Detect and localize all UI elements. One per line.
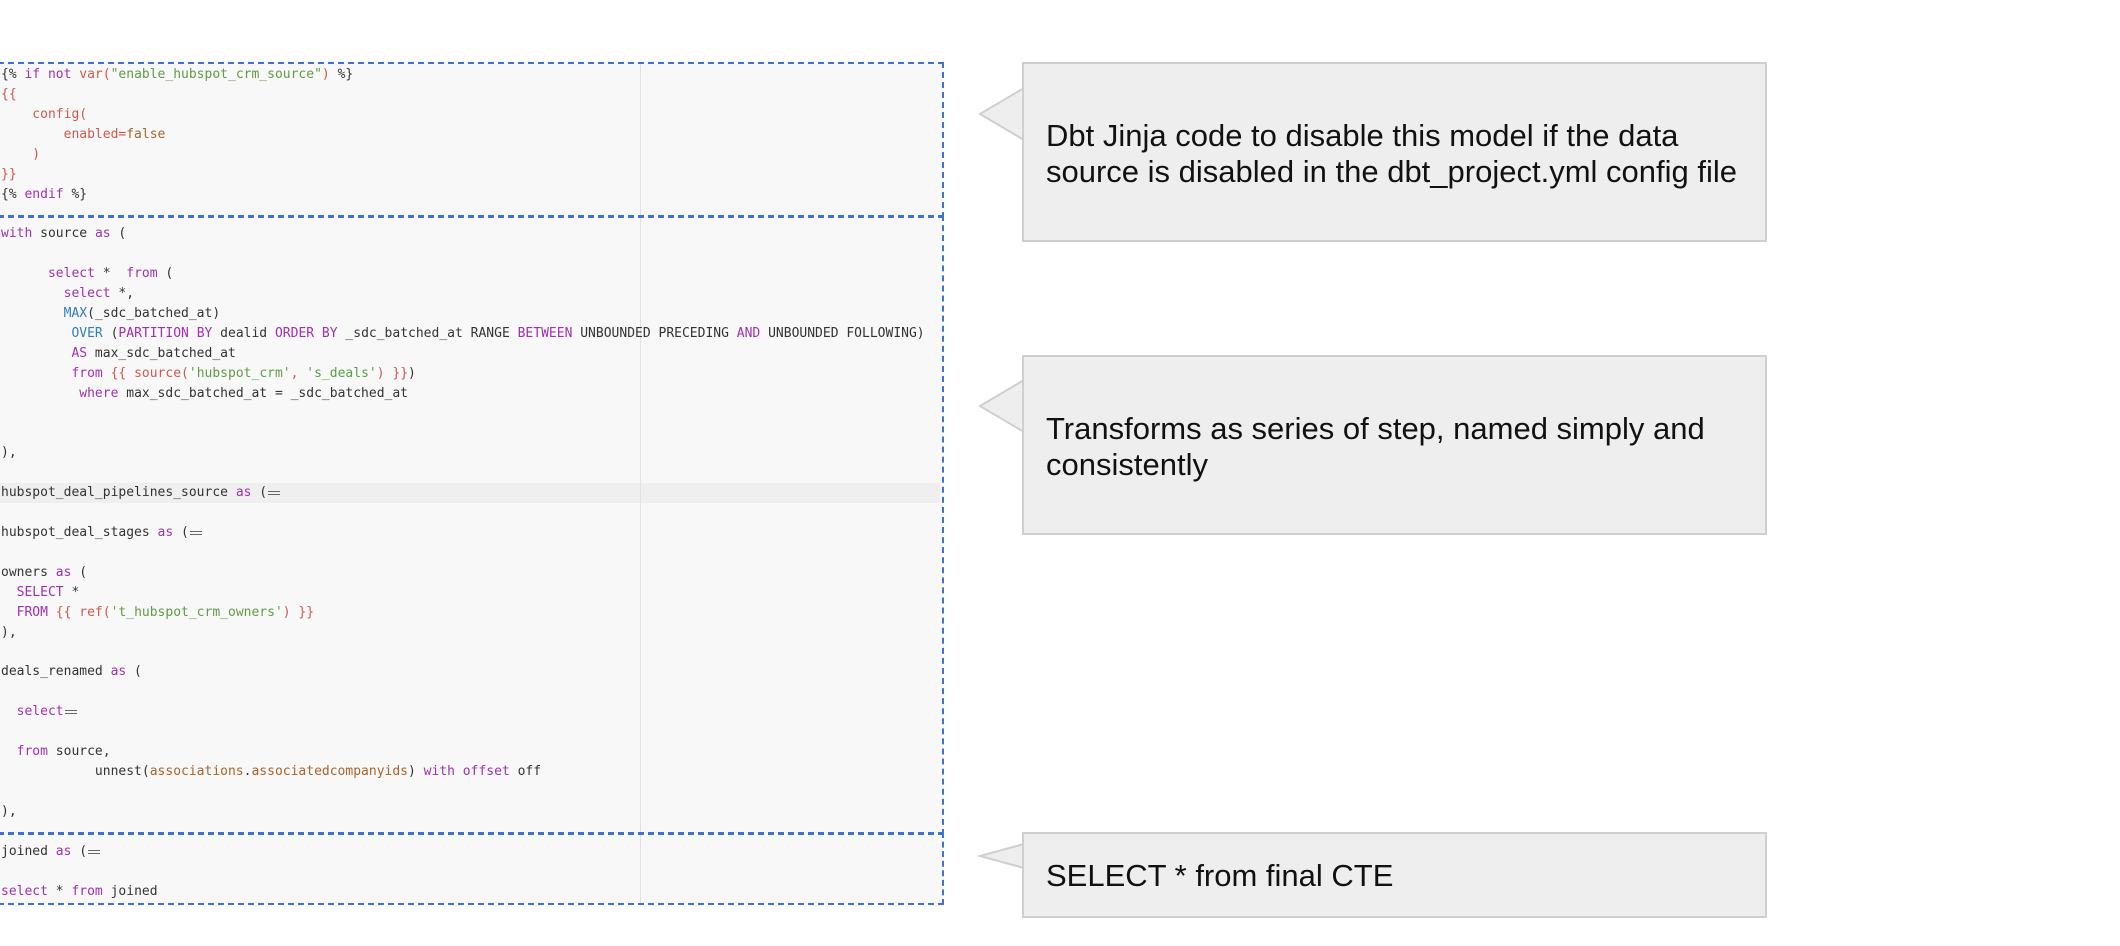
callout-ctes-text: Transforms as series of step, named simp… <box>1046 411 1705 482</box>
final-region-box <box>0 832 944 905</box>
callout-final: SELECT * from final CTE <box>1022 832 1767 918</box>
callout-final-text: SELECT * from final CTE <box>1046 858 1394 893</box>
callout-pointer-ctes <box>978 378 1029 434</box>
callout-pointer-jinja <box>978 86 1029 142</box>
cte-region-box <box>0 215 944 835</box>
callout-jinja-text: Dbt Jinja code to disable this model if … <box>1046 118 1737 189</box>
jinja-region-box <box>0 62 944 218</box>
diagram-canvas: {% if not var("enable_hubspot_crm_source… <box>0 0 2120 946</box>
callout-ctes: Transforms as series of step, named simp… <box>1022 355 1767 535</box>
callout-jinja: Dbt Jinja code to disable this model if … <box>1022 62 1767 242</box>
callout-pointer-final <box>976 842 1029 870</box>
